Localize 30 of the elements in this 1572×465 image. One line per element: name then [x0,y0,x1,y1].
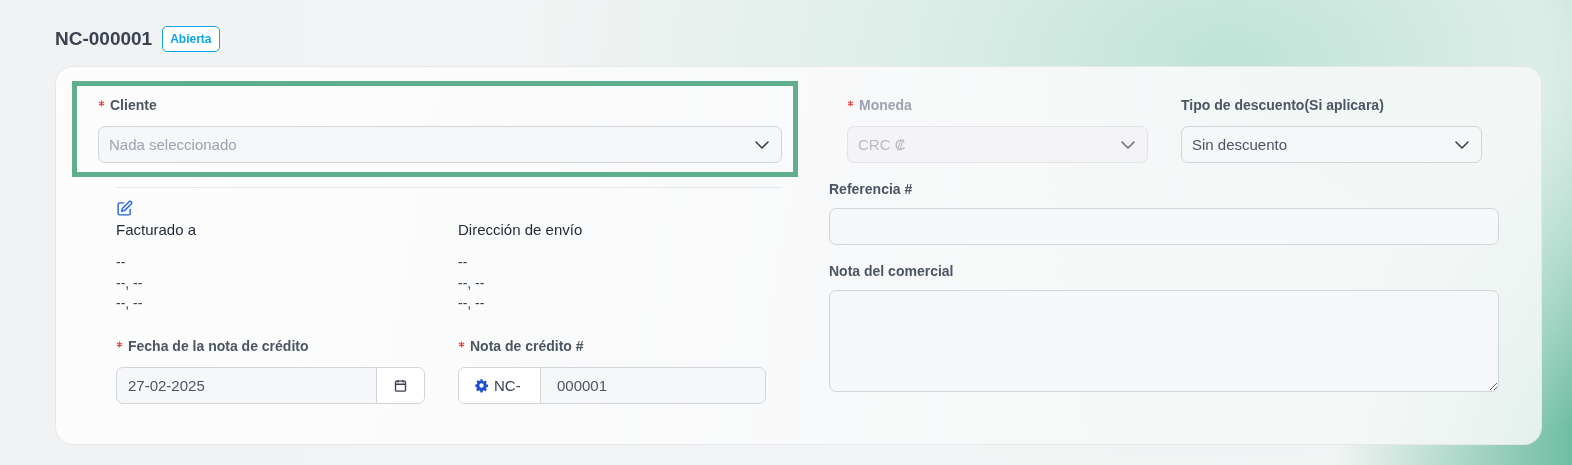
select-field[interactable]: Sin descuento [1181,126,1482,163]
address-line: -- [116,253,127,272]
text-field[interactable] [829,208,1499,245]
address-title: Facturado a [116,221,198,238]
chevron-down-icon [1121,140,1135,149]
address-line: -- [458,253,469,272]
address-line: --, -- [116,294,144,313]
field-label: Fecha de la nota de crédito [128,337,309,354]
field-label: Tipo de descuento(Si aplicara) [1181,97,1384,113]
field-label: Referencia # [829,181,913,197]
chevron-down-icon [755,140,769,149]
field-label: Nota del comercial [829,263,954,279]
select-field: CRC ₡ [847,126,1148,163]
field-label: Nota de crédito # [470,337,584,354]
calendar-button[interactable] [376,367,424,403]
number-field[interactable]: NC- 000001 [458,366,766,404]
address-line: --, -- [458,294,486,313]
field-label: Cliente [110,97,157,113]
address-line: --, -- [116,273,144,293]
edit-button[interactable] [116,200,133,217]
calendar-icon [393,377,408,393]
page-title: NC-000001 [55,28,153,50]
gear-icon [474,377,489,393]
status-badge: Abierta [162,26,220,52]
field-label: Moneda [859,97,912,113]
chevron-down-icon [1455,140,1469,149]
address-title: Dirección de envío [458,221,584,238]
address-line: --, -- [458,273,486,293]
date-field[interactable]: 27-02-2025 [116,366,425,404]
edit-icon [116,200,133,217]
